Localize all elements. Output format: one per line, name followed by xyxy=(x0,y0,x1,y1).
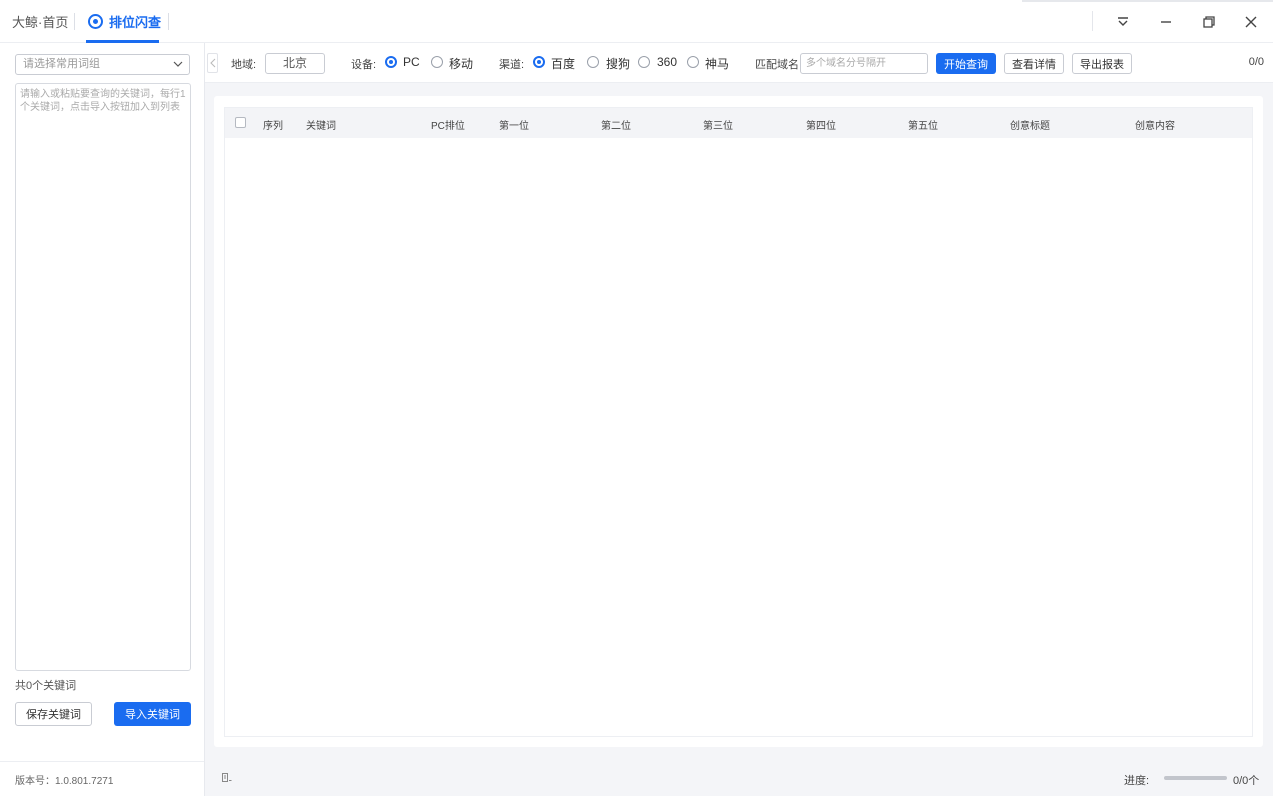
window-controls-divider xyxy=(1092,11,1093,31)
channel-baidu-radio[interactable] xyxy=(533,56,545,68)
import-keywords-button[interactable]: 导入关键词 xyxy=(114,702,191,726)
progress-label: 进度: xyxy=(1124,775,1150,787)
column-header[interactable]: 创意内容 xyxy=(1135,117,1175,132)
log-icon[interactable] xyxy=(221,772,232,783)
save-keywords-button[interactable]: 保存关键词 xyxy=(15,702,92,726)
tab-rank-check-label: 排位闪查 xyxy=(109,15,162,30)
view-details-button[interactable]: 查看详情 xyxy=(1004,53,1064,74)
device-label: 设备: xyxy=(351,59,377,71)
minimize-icon[interactable] xyxy=(1154,10,1178,34)
select-all-checkbox[interactable] xyxy=(235,117,246,128)
column-header[interactable]: 关键词 xyxy=(306,117,336,132)
keyword-sidebar: 请选择常用词组 请输入或粘贴要查询的关键词，每行1个关键词，点击导入按钮加入到列… xyxy=(0,43,205,796)
device-mobile-radio[interactable] xyxy=(431,56,443,68)
rank-check-icon xyxy=(88,14,103,29)
column-header[interactable]: 第四位 xyxy=(806,117,836,132)
device-pc-radio[interactable] xyxy=(385,56,397,68)
status-bar: 进度: 0/0个 xyxy=(205,756,1273,796)
column-header[interactable]: 第三位 xyxy=(703,117,733,132)
column-header[interactable]: PC排位 xyxy=(431,117,465,132)
domain-label: 匹配域名 xyxy=(755,59,799,71)
progress-text: 0/0个 xyxy=(1233,775,1260,787)
chevron-down-icon xyxy=(173,61,183,67)
keyword-textarea-placeholder: 请输入或粘贴要查询的关键词，每行1个关键词，点击导入按钮加入到列表 xyxy=(20,89,186,113)
channel-sogou-label: 搜狗 xyxy=(606,57,631,71)
column-header[interactable]: 第一位 xyxy=(499,117,529,132)
channel-baidu-label: 百度 xyxy=(551,57,576,71)
chevron-left-icon xyxy=(209,58,215,68)
tab-home-label: 大鲸·首页 xyxy=(12,15,69,30)
main-content: 地域: 北京 设备: PC 移动 渠道: 百度 搜狗 360 神马 匹配域名 多… xyxy=(205,43,1273,796)
results-panel: 序列 关键词 PC排位 第一位 第二位 第三位 第四位 第五位 创意标题 创意内… xyxy=(214,96,1263,747)
export-report-button[interactable]: 导出报表 xyxy=(1072,53,1132,74)
column-header[interactable]: 创意标题 xyxy=(1010,117,1050,132)
region-label: 地域: xyxy=(231,59,257,71)
table-header: 序列 关键词 PC排位 第一位 第二位 第三位 第四位 第五位 创意标题 创意内… xyxy=(225,108,1252,138)
keyword-textarea[interactable]: 请输入或粘贴要查询的关键词，每行1个关键词，点击导入按钮加入到列表 xyxy=(15,83,191,671)
tab-divider xyxy=(74,13,75,30)
device-pc-label: PC xyxy=(403,55,420,69)
keyword-group-placeholder: 请选择常用词组 xyxy=(23,58,100,70)
keyword-group-select[interactable]: 请选择常用词组 xyxy=(15,54,190,75)
channel-label: 渠道: xyxy=(499,59,525,71)
version-text: 版本号：1.0.801.7271 xyxy=(15,776,114,787)
keyword-count: 共0个关键词 xyxy=(15,680,77,692)
sidebar-divider xyxy=(0,761,204,762)
device-mobile-label: 移动 xyxy=(449,57,474,71)
channel-shenma-radio[interactable] xyxy=(687,56,699,68)
title-bar: 大鲸·首页 排位闪查 xyxy=(0,0,1273,43)
result-counter: 0/0 xyxy=(1248,56,1264,68)
column-header[interactable]: 第五位 xyxy=(908,117,938,132)
tab-divider xyxy=(168,13,169,30)
region-input[interactable]: 北京 xyxy=(265,53,325,74)
domain-input[interactable]: 多个域名分号隔开 xyxy=(800,53,928,74)
menu-dropdown-icon[interactable] xyxy=(1111,10,1135,34)
column-header[interactable]: 第二位 xyxy=(601,117,631,132)
close-icon[interactable] xyxy=(1239,10,1263,34)
maximize-icon[interactable] xyxy=(1197,10,1221,34)
collapse-sidebar-button[interactable] xyxy=(207,53,218,73)
channel-360-radio[interactable] xyxy=(638,56,650,68)
dropdown-shadow xyxy=(1022,0,1273,2)
query-toolbar: 地域: 北京 设备: PC 移动 渠道: 百度 搜狗 360 神马 匹配域名 多… xyxy=(205,43,1273,83)
results-table: 序列 关键词 PC排位 第一位 第二位 第三位 第四位 第五位 创意标题 创意内… xyxy=(224,107,1253,737)
channel-sogou-radio[interactable] xyxy=(587,56,599,68)
tab-home[interactable]: 大鲸·首页 xyxy=(12,0,68,43)
progress-bar xyxy=(1164,776,1227,780)
start-query-button[interactable]: 开始查询 xyxy=(936,53,996,74)
channel-360-label: 360 xyxy=(657,55,678,69)
tab-rank-check[interactable]: 排位闪查 xyxy=(88,0,161,43)
domain-input-placeholder: 多个域名分号隔开 xyxy=(806,58,886,69)
column-header[interactable]: 序列 xyxy=(263,117,283,132)
channel-shenma-label: 神马 xyxy=(705,57,730,71)
